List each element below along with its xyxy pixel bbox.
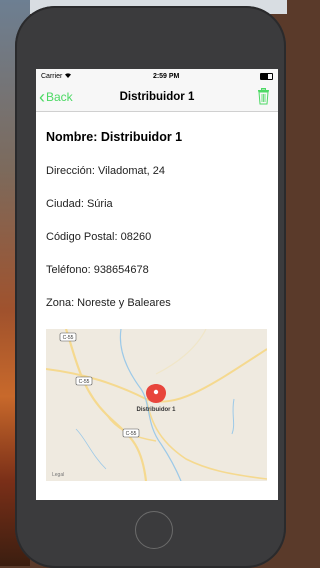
svg-text:C-55: C-55 [79,379,90,385]
zone-field: Zona: Noreste y Baleares [46,297,171,309]
back-label: Back [46,90,73,104]
status-bar: Carrier 2:59 PM [36,69,278,83]
battery-icon [260,72,273,80]
carrier-label: Carrier [41,72,72,80]
trash-icon[interactable] [257,88,270,105]
navigation-bar: ‹ Back Distribuidor 1 [36,83,278,112]
chevron-left-icon: ‹ [39,87,45,107]
phone-screen: Carrier 2:59 PM ‹ Back Distribuidor 1 No… [36,69,278,500]
road-label-1: C-55 [59,332,77,342]
svg-text:C-55: C-55 [126,431,137,437]
svg-text:C-55: C-55 [63,335,74,341]
wifi-icon [65,73,72,78]
map-pin-icon[interactable] [146,384,166,403]
home-button[interactable] [135,511,173,549]
postal-code-field: Código Postal: 08260 [46,231,152,243]
map-legal-link[interactable]: Legal [52,472,64,478]
map-view[interactable]: C-55 C-55 C-55 Distribuidor 1 Legal [45,328,268,482]
back-button[interactable]: ‹ Back [36,88,73,106]
city-field: Ciudad: Súria [46,198,113,210]
road-label-2: C-55 [75,376,93,386]
distributor-name: Nombre: Distribuidor 1 [46,130,183,144]
road-label-3: C-55 [122,428,140,438]
phone-field[interactable]: Teléfono: 938654678 [46,264,268,276]
distributor-details: Nombre: Distribuidor 1 Dirección: Vilado… [36,130,278,309]
map-pin-label: Distribuidor 1 [136,407,176,413]
status-time: 2:59 PM [152,72,180,80]
address-field: Dirección: Viladomat, 24 [46,165,166,177]
map-canvas: C-55 C-55 C-55 Distribuidor 1 Legal [45,328,268,482]
